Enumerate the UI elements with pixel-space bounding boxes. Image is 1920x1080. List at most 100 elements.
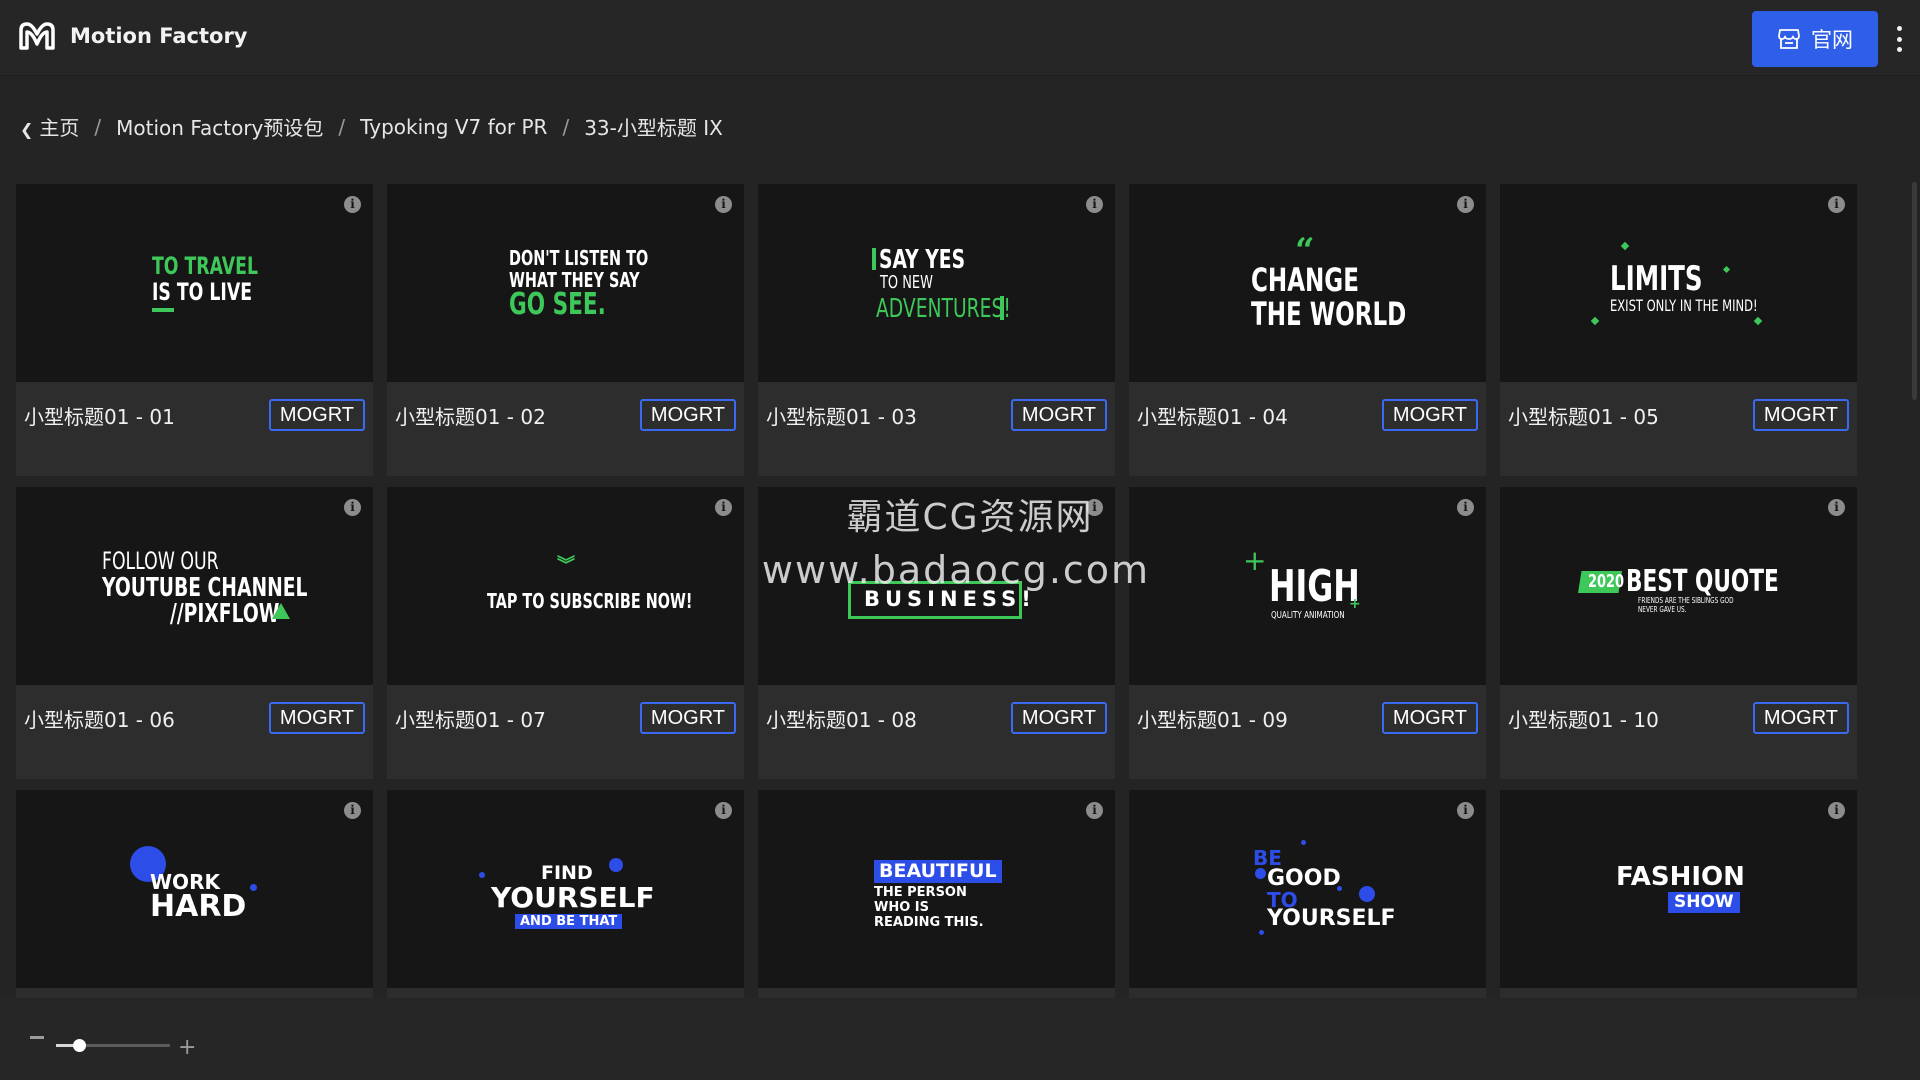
- template-preview[interactable]: BE GOOD TO YOURSELF: [1129, 790, 1486, 988]
- breadcrumb-home[interactable]: ❮ 主页: [20, 112, 79, 141]
- info-icon[interactable]: i: [715, 196, 732, 213]
- preview-text: BEAUTIFUL: [874, 860, 1002, 883]
- template-card[interactable]: TO TRAVEL IS TO LIVE i 小型标题01 - 01 MOGRT: [16, 184, 373, 476]
- bottom-bar: [0, 998, 1920, 1080]
- info-icon[interactable]: i: [1457, 499, 1474, 516]
- info-icon[interactable]: i: [1086, 196, 1103, 213]
- preview-accent-bar: [872, 248, 876, 270]
- zoom-in-icon[interactable]: +: [178, 1037, 196, 1059]
- template-preview[interactable]: SAY YES TO NEW ADVENTURES!: [758, 184, 1115, 382]
- template-preview[interactable]: TO TRAVEL IS TO LIVE: [16, 184, 373, 382]
- template-preview[interactable]: FOLLOW OUR YOUTUBE CHANNEL //PIXFLOW: [16, 487, 373, 685]
- chevron-left-icon: ❮: [20, 120, 34, 139]
- template-card[interactable]: BUSINESS! i 小型标题01 - 08 MOGRT: [758, 487, 1115, 779]
- breadcrumb-separator: /: [562, 114, 570, 139]
- template-card[interactable]: FOLLOW OUR YOUTUBE CHANNEL //PIXFLOW i 小…: [16, 487, 373, 779]
- top-bar: Motion Factory 官网: [0, 0, 1920, 76]
- breadcrumb-separator: /: [94, 114, 102, 139]
- mogrt-button[interactable]: MOGRT: [268, 702, 365, 734]
- preview-text: YOURSELF: [1267, 906, 1396, 931]
- preview-dot: [609, 858, 623, 872]
- info-icon[interactable]: i: [1828, 802, 1845, 819]
- preview-text: TO TRAVEL: [152, 252, 258, 280]
- preview-text: SAY YES: [879, 245, 966, 275]
- template-preview[interactable]: DON'T LISTEN TO WHAT THEY SAY GO SEE.: [387, 184, 744, 382]
- info-icon[interactable]: i: [1086, 802, 1103, 819]
- preview-text: YOURSELF: [491, 881, 655, 914]
- preview-text: WHO IS: [874, 900, 929, 915]
- template-preview[interactable]: + HIGH QUALITY ANIMATION +: [1129, 487, 1486, 685]
- template-card[interactable]: WORK HARD i: [16, 790, 373, 998]
- template-preview[interactable]: “ CHANGE THE WORLD: [1129, 184, 1486, 382]
- preview-text: QUALITY ANIMATION: [1271, 610, 1345, 621]
- preview-text: THE PERSON: [874, 885, 967, 900]
- mogrt-button[interactable]: MOGRT: [1010, 702, 1107, 734]
- info-icon[interactable]: i: [344, 499, 361, 516]
- info-icon[interactable]: i: [715, 499, 732, 516]
- template-preview[interactable]: FASHION SHOW: [1500, 790, 1857, 988]
- app-name: Motion Factory: [70, 24, 248, 48]
- mogrt-button[interactable]: MOGRT: [1381, 702, 1478, 734]
- info-icon[interactable]: i: [1828, 499, 1845, 516]
- template-card[interactable]: + HIGH QUALITY ANIMATION + i 小型标题01 - 09…: [1129, 487, 1486, 779]
- template-card[interactable]: LIMITS EXIST ONLY IN THE MIND! i 小型标题01 …: [1500, 184, 1857, 476]
- mogrt-button[interactable]: MOGRT: [1010, 399, 1107, 431]
- breadcrumb-home-label: 主页: [39, 116, 80, 140]
- info-icon[interactable]: i: [1457, 802, 1474, 819]
- preview-text: BE: [1253, 846, 1282, 870]
- card-title: 小型标题01 - 07: [395, 708, 546, 732]
- preview-text: TAP TO SUBSCRIBE NOW!: [487, 589, 693, 613]
- breadcrumb-separator: /: [338, 114, 346, 139]
- zoom-slider-handle[interactable]: [73, 1039, 86, 1052]
- preview-dot: [479, 872, 485, 878]
- preview-sparkle: [1722, 265, 1731, 274]
- template-preview[interactable]: FIND YOURSELF AND BE THAT: [387, 790, 744, 988]
- template-preview[interactable]: BUSINESS!: [758, 487, 1115, 685]
- brand[interactable]: Motion Factory: [18, 20, 248, 52]
- preview-text: GO SEE.: [509, 287, 606, 322]
- preview-text: BEST QUOTE: [1626, 564, 1779, 599]
- preview-text: THE WORLD: [1251, 295, 1407, 333]
- template-preview[interactable]: ︾ TAP TO SUBSCRIBE NOW!: [387, 487, 744, 685]
- template-preview[interactable]: LIMITS EXIST ONLY IN THE MIND!: [1500, 184, 1857, 382]
- info-icon[interactable]: i: [344, 802, 361, 819]
- template-card[interactable]: BE GOOD TO YOURSELF i: [1129, 790, 1486, 998]
- preview-text: NEVER GAVE US.: [1638, 605, 1687, 614]
- template-card[interactable]: DON'T LISTEN TO WHAT THEY SAY GO SEE. i …: [387, 184, 744, 476]
- template-card[interactable]: ︾ TAP TO SUBSCRIBE NOW! i 小型标题01 - 07 MO…: [387, 487, 744, 779]
- card-title: 小型标题01 - 02: [395, 405, 546, 429]
- mogrt-button[interactable]: MOGRT: [1752, 702, 1849, 734]
- template-preview[interactable]: 2020 BEST QUOTE FRIENDS ARE THE SIBLINGS…: [1500, 487, 1857, 685]
- template-card[interactable]: 2020 BEST QUOTE FRIENDS ARE THE SIBLINGS…: [1500, 487, 1857, 779]
- breadcrumb-preset-pack[interactable]: Motion Factory预设包: [116, 112, 323, 141]
- info-icon[interactable]: i: [1086, 499, 1103, 516]
- more-menu-icon[interactable]: [1892, 26, 1906, 52]
- preview-dot: [1337, 886, 1342, 891]
- preview-text: SHOW: [1668, 892, 1740, 913]
- info-icon[interactable]: i: [715, 802, 732, 819]
- zoom-slider[interactable]: [56, 1039, 170, 1052]
- info-icon[interactable]: i: [1457, 196, 1474, 213]
- template-card[interactable]: BEAUTIFUL THE PERSON WHO IS READING THIS…: [758, 790, 1115, 998]
- breadcrumb-typoking[interactable]: Typoking V7 for PR: [360, 115, 547, 139]
- info-icon[interactable]: i: [1828, 196, 1845, 213]
- grid-scrollbar[interactable]: [1912, 182, 1917, 400]
- preview-text: 2020: [1588, 571, 1625, 592]
- preview-text: FASHION: [1616, 862, 1745, 892]
- template-card[interactable]: SAY YES TO NEW ADVENTURES! i 小型标题01 - 03…: [758, 184, 1115, 476]
- zoom-out-icon[interactable]: [30, 1036, 44, 1039]
- preview-text: TO NEW: [880, 272, 933, 293]
- template-card[interactable]: FIND YOURSELF AND BE THAT i: [387, 790, 744, 998]
- template-card[interactable]: “ CHANGE THE WORLD i 小型标题01 - 04 MOGRT: [1129, 184, 1486, 476]
- mogrt-button[interactable]: MOGRT: [639, 702, 736, 734]
- template-preview[interactable]: WORK HARD: [16, 790, 373, 988]
- mogrt-button[interactable]: MOGRT: [1752, 399, 1849, 431]
- mogrt-button[interactable]: MOGRT: [268, 399, 365, 431]
- template-preview[interactable]: BEAUTIFUL THE PERSON WHO IS READING THIS…: [758, 790, 1115, 988]
- mogrt-button[interactable]: MOGRT: [1381, 399, 1478, 431]
- info-icon[interactable]: i: [344, 196, 361, 213]
- preview-sparkle: [1590, 316, 1600, 326]
- template-card[interactable]: FASHION SHOW i: [1500, 790, 1857, 998]
- official-site-button[interactable]: 官网: [1752, 11, 1878, 67]
- mogrt-button[interactable]: MOGRT: [639, 399, 736, 431]
